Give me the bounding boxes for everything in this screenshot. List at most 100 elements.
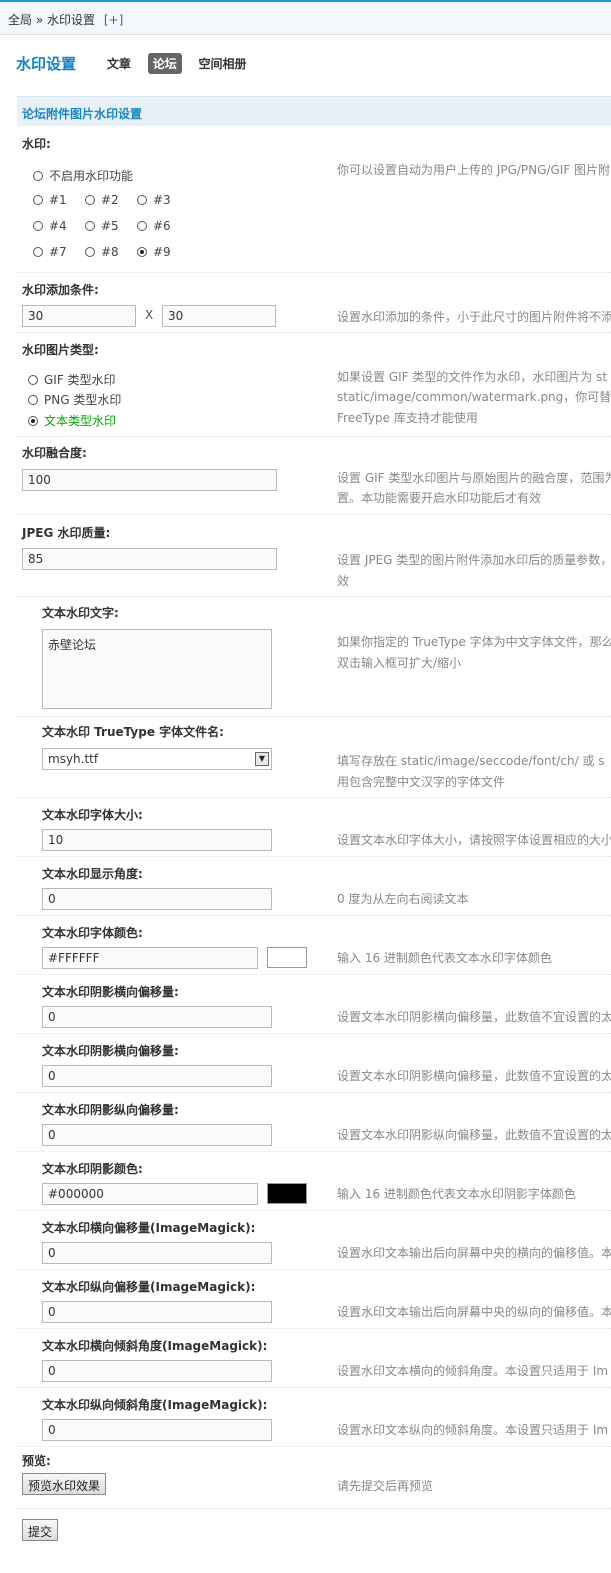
blend-desc-1: 设置 GIF 类型水印图片与原始图片的融合度，范围为 (337, 471, 611, 485)
divider (17, 716, 611, 717)
field-input[interactable]: 0 (42, 1065, 272, 1087)
divider (17, 514, 611, 515)
blend-label: 水印融合度: (22, 446, 87, 460)
radio-position-6[interactable]: #6 (137, 219, 171, 233)
field-label: 文本水印阴影颜色: (42, 1162, 143, 1176)
field-desc: 设置文本水印阴影横向偏移量，此数值不宜设置的太 (337, 1069, 611, 1083)
chevron-down-icon: ▼ (255, 752, 269, 766)
radio-position-7[interactable]: #7 (33, 245, 67, 259)
radio-position-8[interactable]: #8 (85, 245, 119, 259)
field-desc: 设置文本水印字体大小，请按照字体设置相应的大小 (337, 833, 611, 847)
divider (17, 856, 611, 857)
radio-position-5[interactable]: #5 (85, 219, 119, 233)
divider (17, 1151, 611, 1152)
field-label: 文本水印显示角度: (42, 867, 143, 881)
condition-width-input[interactable]: 30 (22, 305, 136, 327)
field-desc: 设置文本水印阴影纵向偏移量，此数值不宜设置的太 (337, 1128, 611, 1142)
tab-forum[interactable]: 论坛 (147, 53, 182, 74)
radio-label: #8 (101, 245, 119, 259)
color-swatch[interactable] (267, 947, 307, 968)
radio-watermark-off[interactable]: 不启用水印功能 (33, 167, 133, 184)
radio-icon (28, 375, 38, 385)
radio-label: 不启用水印功能 (49, 169, 134, 183)
font-desc-1: 填写存放在 static/image/seccode/font/ch/ 或 s (337, 754, 605, 768)
font-select-value: msyh.ttf (48, 752, 99, 766)
divider (17, 915, 611, 916)
field-desc: 设置水印文本横向的倾斜角度。本设置只适用于 Im (337, 1364, 609, 1378)
divider (17, 1508, 611, 1509)
radio-icon (137, 221, 147, 231)
text-watermark-textarea[interactable]: 赤壁论坛 (42, 629, 272, 709)
field-label: 文本水印阴影横向偏移量: (42, 1044, 179, 1058)
radio-label: #4 (49, 219, 67, 233)
radio-position-9[interactable]: #9 (137, 245, 171, 259)
radio-type-text[interactable]: 文本类型水印 (28, 412, 116, 429)
tab-article[interactable]: 文章 (102, 53, 136, 74)
breadcrumb-root[interactable]: 全局 (8, 13, 32, 27)
field-label: 文本水印纵向倾斜角度(ImageMagick): (42, 1398, 268, 1412)
divider (17, 1033, 611, 1034)
field-label: 文本水印字体颜色: (42, 926, 143, 940)
radio-icon (85, 195, 95, 205)
radio-icon (33, 221, 43, 231)
field-label: 文本水印阴影横向偏移量: (42, 985, 179, 999)
text-desc-1: 如果你指定的 TrueType 字体为中文字体文件，那么 (337, 635, 611, 649)
radio-icon (137, 247, 147, 257)
tab-space-album[interactable]: 空间相册 (194, 53, 252, 74)
blend-input[interactable]: 100 (22, 469, 277, 491)
submit-button[interactable]: 提交 (22, 1519, 59, 1541)
section-title: 论坛附件图片水印设置 (17, 96, 611, 126)
divider (17, 797, 611, 798)
condition-height-input[interactable]: 30 (162, 305, 276, 327)
jpeg-quality-input[interactable]: 85 (22, 548, 277, 570)
watermark-desc: 你可以设置自动为用户上传的 JPG/PNG/GIF 图片附 (337, 163, 611, 177)
add-shortcut-link[interactable]: [+] (104, 13, 123, 27)
radio-label: #2 (101, 193, 119, 207)
field-desc: 设置水印文本纵向的倾斜角度。本设置只适用于 Im (337, 1423, 609, 1437)
divider (17, 974, 611, 975)
radio-type-gif[interactable]: GIF 类型水印 (28, 371, 116, 388)
type-desc-3: FreeType 库支持才能使用 (337, 411, 478, 425)
divider (17, 1210, 611, 1211)
radio-label: PNG 类型水印 (44, 393, 122, 407)
radio-icon (28, 416, 38, 426)
watermark-label: 水印: (22, 137, 51, 151)
preview-label: 预览: (22, 1454, 51, 1468)
field-desc: 设置水印文本输出后向屏幕中央的横向的偏移值。本 (337, 1246, 611, 1260)
field-desc: 输入 16 进制颜色代表文本水印阴影字体颜色 (337, 1187, 576, 1201)
radio-position-2[interactable]: #2 (85, 193, 119, 207)
text-desc-2: 双击输入框可扩大/缩小 (337, 656, 462, 670)
field-input[interactable]: 0 (42, 888, 272, 910)
color-swatch[interactable] (267, 1183, 307, 1204)
field-input[interactable]: #000000 (42, 1183, 258, 1205)
radio-position-3[interactable]: #3 (137, 193, 171, 207)
field-input[interactable]: 0 (42, 1006, 272, 1028)
font-select[interactable]: msyh.ttf ▼ (42, 748, 272, 770)
radio-label: 文本类型水印 (44, 414, 117, 428)
field-input[interactable]: 0 (42, 1124, 272, 1146)
radio-position-1[interactable]: #1 (33, 193, 67, 207)
field-input[interactable]: #FFFFFF (42, 947, 258, 969)
field-label: 文本水印横向偏移量(ImageMagick): (42, 1221, 256, 1235)
condition-label: 水印添加条件: (22, 283, 99, 297)
radio-icon (33, 195, 43, 205)
divider (17, 1328, 611, 1329)
breadcrumb-current: 水印设置 (47, 13, 96, 27)
radio-label: #3 (153, 193, 171, 207)
preview-watermark-button[interactable]: 预览水印效果 (22, 1473, 107, 1495)
radio-label: #7 (49, 245, 67, 259)
jpeg-desc-2: 效 (337, 574, 350, 588)
radio-icon (85, 247, 95, 257)
jpeg-label: JPEG 水印质量: (22, 526, 111, 540)
radio-position-4[interactable]: #4 (33, 219, 67, 233)
field-input[interactable]: 10 (42, 829, 272, 851)
breadcrumb: 全局 » 水印设置 [+] (0, 2, 611, 35)
field-input[interactable]: 0 (42, 1360, 272, 1382)
radio-type-png[interactable]: PNG 类型水印 (28, 391, 121, 408)
field-input[interactable]: 0 (42, 1301, 272, 1323)
radio-label: #6 (153, 219, 171, 233)
divider (17, 1092, 611, 1093)
field-input[interactable]: 0 (42, 1242, 272, 1264)
divider (17, 596, 611, 597)
field-input[interactable]: 0 (42, 1419, 272, 1441)
